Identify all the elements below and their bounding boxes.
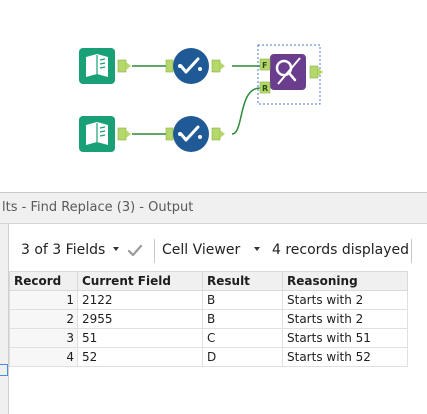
table-header-row: Record Current Field Result Reasoning xyxy=(9,271,408,291)
cell-reasoning[interactable]: Starts with 52 xyxy=(282,347,408,367)
table-row[interactable]: 1 2122 B Starts with 2 xyxy=(9,290,408,310)
checkmark-icon[interactable] xyxy=(127,243,143,259)
results-title-bar: lts - Find Replace (3) - Output xyxy=(0,193,427,224)
records-count: 4 records displayed xyxy=(272,242,410,258)
cell-current-field[interactable]: 52 xyxy=(77,347,203,367)
column-header-record[interactable]: Record xyxy=(9,271,78,291)
connector-select2-findreplace xyxy=(231,87,261,135)
cell-result[interactable]: C xyxy=(202,328,283,348)
record-number: 2 xyxy=(9,309,78,329)
workflow-canvas[interactable]: F R xyxy=(0,0,427,192)
left-panel-strip xyxy=(0,224,9,414)
input-data-tool-2[interactable] xyxy=(79,116,131,152)
input-anchor xyxy=(165,59,174,73)
fields-selector[interactable]: 3 of 3 Fields xyxy=(21,242,105,258)
table-row[interactable]: 2 2955 B Starts with 2 xyxy=(9,309,408,329)
results-toolbar: 3 of 3 Fields Cell Viewer 4 records disp… xyxy=(9,233,427,269)
column-header-result[interactable]: Result xyxy=(202,271,283,291)
results-window: lts - Find Replace (3) - Output 3 of 3 F… xyxy=(0,192,427,414)
cell-current-field[interactable]: 51 xyxy=(77,328,203,348)
output-anchor xyxy=(309,65,319,79)
row-selection-marker xyxy=(0,364,8,376)
select-tool-1[interactable] xyxy=(165,48,225,84)
column-header-current-field[interactable]: Current Field xyxy=(77,271,203,291)
svg-text:F: F xyxy=(262,61,267,70)
output-anchor xyxy=(211,59,221,73)
record-number: 4 xyxy=(9,347,78,367)
output-anchor xyxy=(117,59,127,73)
output-anchor xyxy=(117,127,127,141)
cell-current-field[interactable]: 2122 xyxy=(77,290,203,310)
cell-result[interactable]: B xyxy=(202,309,283,329)
column-header-reasoning[interactable]: Reasoning xyxy=(282,271,408,291)
record-number: 1 xyxy=(9,290,78,310)
find-replace-tool[interactable]: F R xyxy=(257,44,323,105)
chevron-down-icon[interactable] xyxy=(254,247,260,251)
cell-result[interactable]: D xyxy=(202,347,283,367)
record-number: 3 xyxy=(9,328,78,348)
output-anchor xyxy=(211,127,221,141)
input-data-tool-1[interactable] xyxy=(79,48,131,84)
cell-viewer-selector[interactable]: Cell Viewer xyxy=(162,242,240,258)
cell-result[interactable]: B xyxy=(202,290,283,310)
toolbar-divider xyxy=(154,239,155,263)
chevron-down-icon[interactable] xyxy=(113,247,119,251)
results-table: Record Current Field Result Reasoning 1 … xyxy=(9,271,408,367)
cell-reasoning[interactable]: Starts with 51 xyxy=(282,328,408,348)
table-row[interactable]: 4 52 D Starts with 52 xyxy=(9,347,408,367)
toolbar-divider xyxy=(411,239,412,263)
cell-current-field[interactable]: 2955 xyxy=(77,309,203,329)
input-anchor xyxy=(165,127,174,141)
cell-reasoning[interactable]: Starts with 2 xyxy=(282,309,408,329)
cell-reasoning[interactable]: Starts with 2 xyxy=(282,290,408,310)
select-tool-2[interactable] xyxy=(165,116,225,152)
svg-text:R: R xyxy=(262,84,268,93)
table-row[interactable]: 3 51 C Starts with 51 xyxy=(9,328,408,348)
results-title: lts - Find Replace (3) - Output xyxy=(2,200,194,215)
